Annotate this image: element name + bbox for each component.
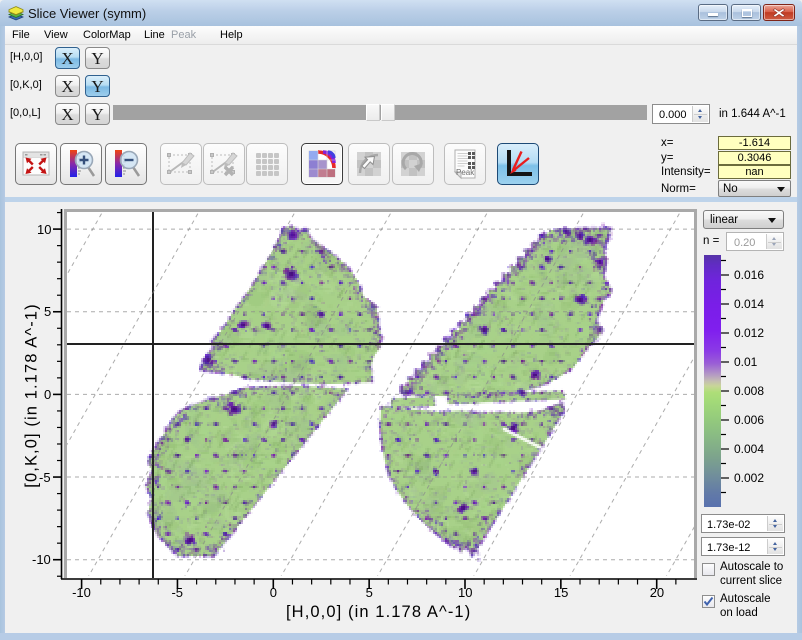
- svg-text:Peak: Peak: [456, 168, 475, 177]
